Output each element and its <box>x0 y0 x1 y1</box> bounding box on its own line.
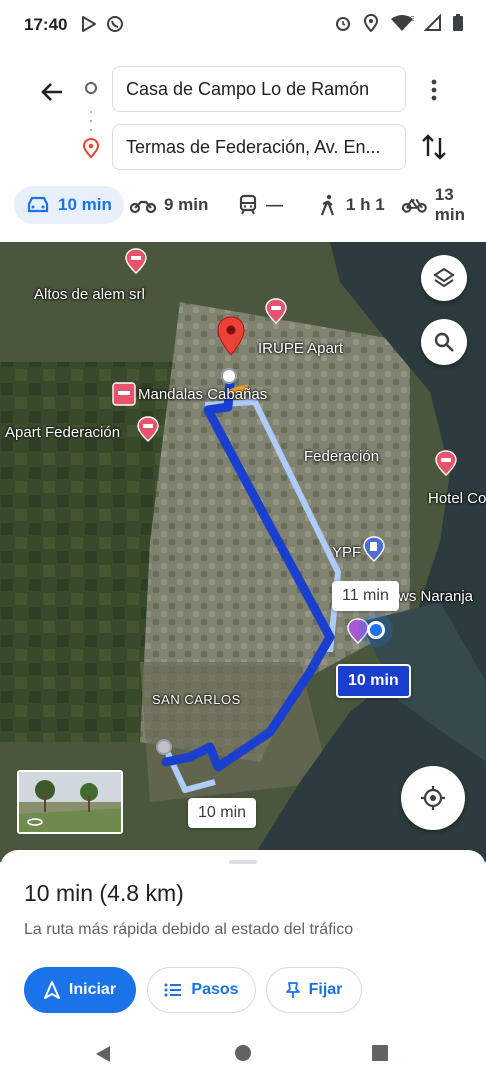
recents-nav-icon[interactable] <box>371 1044 389 1062</box>
wifi-icon: 3G <box>391 15 414 31</box>
motorcycle-icon <box>130 200 156 214</box>
transit-icon <box>239 194 257 215</box>
mode-walking[interactable]: 1 h 1 <box>318 186 385 224</box>
alt-route-time[interactable]: 10 min <box>188 798 257 828</box>
steps-button[interactable]: Pasos <box>147 967 256 1013</box>
play-store-icon <box>82 16 96 32</box>
walk-icon <box>320 194 335 216</box>
alt-route-time[interactable]: 11 min <box>332 581 399 611</box>
swap-icon[interactable] <box>420 132 448 162</box>
back-nav-icon[interactable] <box>94 1044 112 1064</box>
mode-motorcycle[interactable]: 9 min <box>130 186 208 224</box>
signal-icon <box>424 14 441 31</box>
whatsapp-icon <box>107 16 123 32</box>
origin-field[interactable]: Casa de Campo Lo de Ramón <box>112 66 406 112</box>
battery-icon <box>453 14 463 31</box>
start-button-label: Iniciar <box>68 981 117 998</box>
gas-station-pin-icon[interactable] <box>362 536 386 562</box>
primary-route-time[interactable]: 10 min <box>336 664 411 698</box>
destination-field[interactable]: Termas de Federación, Av. En... <box>112 124 406 170</box>
crosshair-icon <box>421 786 445 810</box>
pin-button[interactable]: Fijar <box>266 967 362 1013</box>
route-start-dot <box>156 739 172 755</box>
360-icon <box>27 818 43 826</box>
place-label: ws Naranja <box>398 588 474 605</box>
more-options-icon[interactable] <box>424 76 444 104</box>
directions-header: Casa de Campo Lo de Ramón Termas de Fede… <box>0 52 486 182</box>
origin-marker-icon <box>85 82 97 94</box>
route-connector <box>90 108 92 134</box>
destination-pin-icon <box>82 138 100 158</box>
mode-transit[interactable]: — <box>238 186 283 224</box>
destination-marker-icon <box>217 316 245 356</box>
my-location-button[interactable] <box>401 766 465 830</box>
layers-button[interactable] <box>421 255 467 301</box>
route-end-dot <box>221 368 237 384</box>
route-reason: La ruta más rápida debido al estado del … <box>24 921 354 938</box>
map-view[interactable]: Altos de alem srl IRUPE Apart Mandalas C… <box>0 242 486 862</box>
mode-transit-label: — <box>266 195 283 214</box>
place-label: YPF <box>332 544 362 561</box>
place-label: Altos de alem srl <box>34 286 145 303</box>
neighborhood-label: SAN CARLOS <box>152 692 241 707</box>
my-location-dot <box>367 621 385 639</box>
mode-cycling[interactable]: 13 min <box>402 185 486 224</box>
layers-icon <box>433 267 455 288</box>
search-button[interactable] <box>421 319 467 365</box>
town-label: Federación <box>304 448 380 465</box>
route-summary-sheet[interactable]: 10 min (4.8 km) La ruta más rápida debid… <box>0 850 486 1080</box>
mode-driving-label: 10 min <box>58 195 112 214</box>
car-icon <box>27 196 49 213</box>
mode-walking-label: 1 h 1 <box>346 195 385 214</box>
mode-motorcycle-label: 9 min <box>164 195 209 214</box>
alarm-icon <box>336 17 350 31</box>
place-label: Mandalas Cabañas <box>138 386 268 403</box>
place-label: Apart Federación <box>5 424 121 441</box>
mode-driving[interactable]: 10 min <box>14 186 124 224</box>
location-icon <box>363 14 379 32</box>
street-view-thumbnail[interactable] <box>17 770 123 834</box>
status-bar: 17:40 3G <box>0 0 486 52</box>
hotel-pin-icon[interactable] <box>264 298 288 324</box>
search-icon <box>434 332 454 352</box>
mode-cycling-label: 13 min <box>434 185 465 224</box>
list-icon <box>164 983 182 997</box>
back-arrow-icon[interactable] <box>36 76 68 108</box>
bike-icon <box>402 198 427 213</box>
sheet-drag-handle[interactable] <box>229 860 257 864</box>
status-time: 17:40 <box>24 15 68 34</box>
home-nav-icon[interactable] <box>234 1044 252 1062</box>
route-summary: 10 min (4.8 km) <box>24 880 184 906</box>
hotel-pin-icon[interactable] <box>124 248 148 274</box>
navigation-arrow-icon <box>43 981 60 999</box>
place-label: IRUPE Apart <box>258 340 344 357</box>
place-label: Hotel Co <box>428 490 486 507</box>
hotel-pin-icon[interactable] <box>434 450 458 476</box>
pin-button-label: Fijar <box>308 981 343 998</box>
start-button[interactable]: Iniciar <box>24 967 136 1013</box>
hotel-pin-icon[interactable] <box>112 382 136 408</box>
steps-button-label: Pasos <box>191 981 239 998</box>
hotel-pin-icon[interactable] <box>136 416 160 442</box>
pin-icon <box>285 982 300 998</box>
svg-text:3G: 3G <box>406 16 414 23</box>
travel-mode-tabs: 10 min 9 min — 1 h 1 13 min <box>0 182 486 228</box>
system-nav-bar <box>0 1030 486 1080</box>
